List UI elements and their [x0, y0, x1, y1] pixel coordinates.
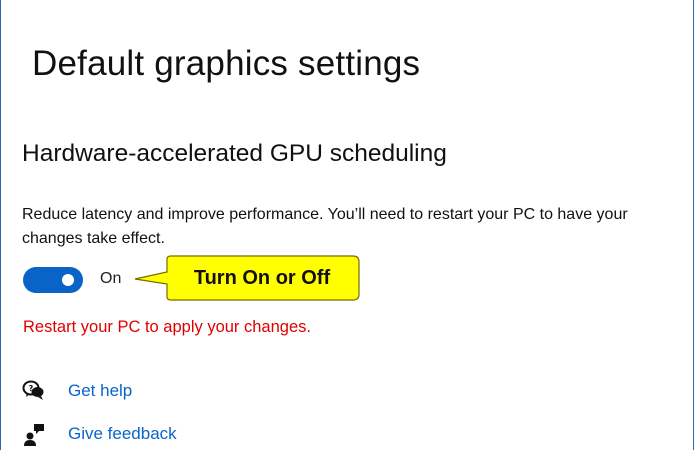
gpu-scheduling-heading: Hardware-accelerated GPU scheduling	[22, 140, 447, 167]
give-feedback-icon	[22, 422, 46, 446]
gpu-scheduling-toggle[interactable]	[23, 267, 83, 293]
svg-text:?: ?	[29, 384, 34, 393]
get-help-icon: ?	[22, 379, 46, 403]
toggle-knob	[62, 274, 74, 286]
restart-warning: Restart your PC to apply your changes.	[23, 318, 311, 336]
gpu-scheduling-description: Reduce latency and improve performance. …	[22, 206, 628, 247]
callout-text: Turn On or Off	[193, 267, 331, 289]
page-title: Default graphics settings	[32, 44, 421, 83]
toggle-state-label: On	[100, 270, 122, 287]
get-help-link[interactable]: ? Get help	[22, 378, 132, 404]
get-help-label: Get help	[68, 381, 133, 400]
give-feedback-link[interactable]: Give feedback	[22, 421, 177, 447]
give-feedback-label: Give feedback	[68, 424, 177, 443]
annotation-callout: Turn On or Off	[133, 254, 363, 302]
